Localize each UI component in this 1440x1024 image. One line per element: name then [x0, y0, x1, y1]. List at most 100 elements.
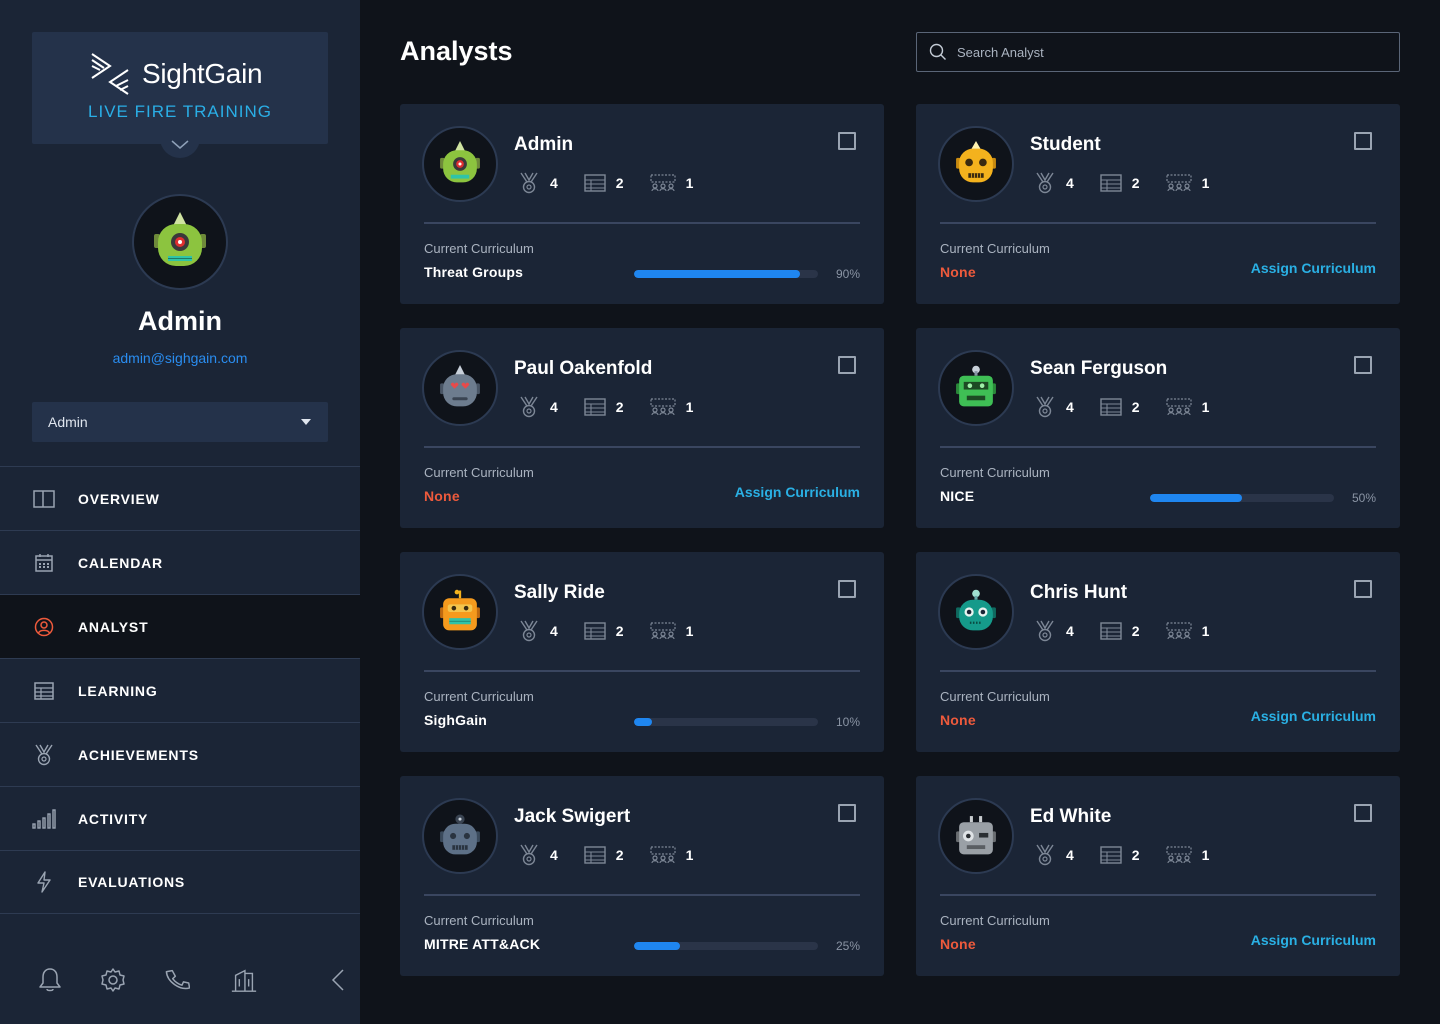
avatar — [938, 350, 1014, 426]
curriculum-label: Current Curriculum — [424, 241, 534, 256]
nav-item-overview[interactable]: OVERVIEW — [0, 466, 360, 530]
curriculum-label: Current Curriculum — [424, 465, 534, 480]
chevron-down-icon — [171, 140, 189, 149]
assign-curriculum-link[interactable]: Assign Curriculum — [1251, 932, 1376, 948]
team-icon — [649, 622, 676, 640]
avatar — [422, 574, 498, 650]
courses-count: 2 — [1131, 623, 1140, 639]
divider — [424, 894, 860, 896]
teams-count: 1 — [1201, 623, 1210, 639]
curriculum-value: SighGain — [424, 712, 488, 728]
team-icon — [1165, 622, 1192, 640]
assign-curriculum-link[interactable]: Assign Curriculum — [735, 484, 860, 500]
medal-icon — [1036, 844, 1054, 866]
assign-curriculum-link[interactable]: Assign Curriculum — [1251, 260, 1376, 276]
search-input[interactable] — [957, 44, 1377, 60]
analyst-card[interactable]: Chris Hunt 4 2 1 Current Curriculum None… — [916, 552, 1400, 752]
nav-item-activity[interactable]: ACTIVITY — [0, 786, 360, 850]
table-icon — [1100, 846, 1122, 864]
curriculum-label: Current Curriculum — [424, 913, 534, 928]
avatar — [422, 126, 498, 202]
bell-icon[interactable] — [36, 966, 64, 994]
select-checkbox[interactable] — [1354, 804, 1372, 822]
green-cyclops-robot-icon — [154, 212, 206, 266]
analyst-card[interactable]: Student 4 2 1 Current Curriculum None As… — [916, 104, 1400, 304]
analyst-stats: 4 2 1 — [1034, 844, 1235, 866]
grey-robot-icon — [956, 816, 996, 855]
analyst-card[interactable]: Ed White 4 2 1 Current Curriculum None A… — [916, 776, 1400, 976]
nav-item-label: ACHIEVEMENTS — [78, 746, 199, 763]
nav-item-learning[interactable]: LEARNING — [0, 658, 360, 722]
divider — [424, 670, 860, 672]
columns-icon — [32, 487, 56, 511]
role-select[interactable]: Admin — [32, 402, 328, 442]
analyst-stats: 4 2 1 — [1034, 396, 1235, 418]
divider — [424, 446, 860, 448]
table-icon — [584, 398, 606, 416]
teams-stat: 1 — [1165, 174, 1209, 192]
analyst-card[interactable]: Admin 4 2 1 Current Curriculum Threat Gr… — [400, 104, 884, 304]
achievements-stat: 4 — [1034, 172, 1074, 194]
teams-count: 1 — [1201, 847, 1210, 863]
select-checkbox[interactable] — [1354, 580, 1372, 598]
achievements-count: 4 — [1066, 847, 1074, 863]
nav-item-calendar[interactable]: CALENDAR — [0, 530, 360, 594]
team-icon — [649, 398, 676, 416]
nav-item-analyst[interactable]: ANALYST — [0, 594, 360, 658]
team-icon — [649, 174, 676, 192]
nav-item-evaluations[interactable]: EVALUATIONS — [0, 850, 360, 914]
grey-heart-eyes-robot-icon — [440, 365, 480, 407]
analyst-name: Sean Ferguson — [1030, 358, 1168, 379]
collapse-chevron-icon[interactable] — [324, 966, 352, 994]
select-checkbox[interactable] — [1354, 132, 1372, 150]
search-icon — [929, 43, 946, 60]
assign-curriculum-link[interactable]: Assign Curriculum — [1251, 708, 1376, 724]
curriculum-value: None — [940, 264, 976, 280]
divider — [940, 670, 1376, 672]
analyst-card[interactable]: Jack Swigert 4 2 1 Current Curriculum MI… — [400, 776, 884, 976]
user-circle-icon — [32, 615, 56, 639]
select-checkbox[interactable] — [1354, 356, 1372, 374]
search-box[interactable] — [916, 32, 1400, 72]
brand-expand-button[interactable] — [160, 132, 200, 158]
achievements-count: 4 — [550, 847, 558, 863]
gear-icon[interactable] — [99, 966, 127, 994]
progress-bar — [634, 270, 818, 278]
select-checkbox[interactable] — [838, 132, 856, 150]
profile-email[interactable]: admin@sighgain.com — [0, 350, 360, 366]
select-checkbox[interactable] — [838, 804, 856, 822]
analyst-card[interactable]: Paul Oakenfold 4 2 1 Current Curriculum … — [400, 328, 884, 528]
courses-count: 2 — [1131, 175, 1140, 191]
progress-bar-fill — [634, 942, 680, 950]
analyst-card[interactable]: Sally Ride 4 2 1 Current Curriculum Sigh… — [400, 552, 884, 752]
table-icon — [1100, 174, 1122, 192]
slate-robot-icon — [440, 814, 480, 855]
table-icon — [32, 679, 56, 703]
curriculum-value: None — [424, 488, 460, 504]
nav-item-label: ANALYST — [78, 618, 149, 635]
sightgain-logo-icon — [91, 53, 129, 95]
select-checkbox[interactable] — [838, 356, 856, 374]
avatar[interactable] — [132, 194, 228, 290]
achievements-stat: 4 — [1034, 620, 1074, 642]
curriculum-label: Current Curriculum — [940, 465, 1050, 480]
phone-icon[interactable] — [163, 966, 191, 994]
team-icon — [1165, 846, 1192, 864]
analyst-name: Student — [1030, 134, 1101, 155]
medal-icon — [1036, 620, 1054, 642]
achievements-stat: 4 — [518, 172, 558, 194]
brand-name: SightGain — [142, 58, 263, 89]
medal-icon — [520, 844, 538, 866]
nav-item-achievements[interactable]: ACHIEVEMENTS — [0, 722, 360, 786]
table-icon — [1100, 622, 1122, 640]
medal-icon — [1036, 396, 1054, 418]
building-icon[interactable] — [230, 966, 258, 994]
brand-panel[interactable]: SightGain LIVE FIRE TRAINING — [32, 32, 328, 144]
profile-name: Admin — [138, 306, 222, 336]
nav-item-label: CALENDAR — [78, 554, 163, 571]
analyst-card[interactable]: Sean Ferguson 4 2 1 Current Curriculum N… — [916, 328, 1400, 528]
achievements-stat: 4 — [518, 396, 558, 418]
select-checkbox[interactable] — [838, 580, 856, 598]
progress-bar — [1150, 494, 1334, 502]
analyst-name: Admin — [514, 134, 574, 155]
